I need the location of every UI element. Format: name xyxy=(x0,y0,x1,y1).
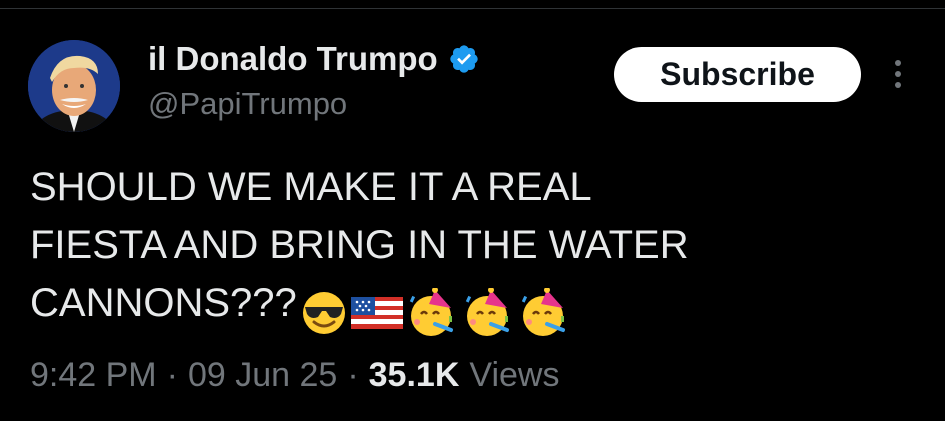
meta-separator: · xyxy=(347,356,359,394)
views-count: 35.1K xyxy=(368,356,460,394)
tweet-text: SHOULD WE MAKE IT A REAL FIESTA AND BRIN… xyxy=(30,158,910,340)
us-flag-icon xyxy=(350,297,403,330)
more-vertical-icon[interactable] xyxy=(886,56,910,92)
tweet-time[interactable]: 9:42 PM xyxy=(30,356,157,395)
tweet-date[interactable]: 09 Jun 25 xyxy=(188,356,337,395)
verified-badge-icon[interactable] xyxy=(448,43,480,75)
subscribe-button[interactable]: Subscribe xyxy=(614,47,861,102)
partying-face-icon xyxy=(409,287,453,337)
smiling-face-with-sunglasses-icon xyxy=(302,292,345,335)
emoji-row xyxy=(299,282,573,340)
author-handle[interactable]: @PapiTrumpo xyxy=(148,86,347,122)
views-label: Views xyxy=(469,356,560,394)
avatar[interactable] xyxy=(28,40,120,132)
author-display-name[interactable]: il Donaldo Trumpo xyxy=(148,40,438,78)
top-divider xyxy=(0,8,945,9)
author-name-row: il Donaldo Trumpo xyxy=(148,38,480,80)
person-avatar-icon xyxy=(28,40,120,132)
tweet-meta-row: 9:42 PM · 09 Jun 25 · 35.1K Views xyxy=(30,356,559,395)
meta-separator: · xyxy=(166,356,178,394)
partying-face-icon xyxy=(521,287,565,337)
partying-face-icon xyxy=(465,287,509,337)
